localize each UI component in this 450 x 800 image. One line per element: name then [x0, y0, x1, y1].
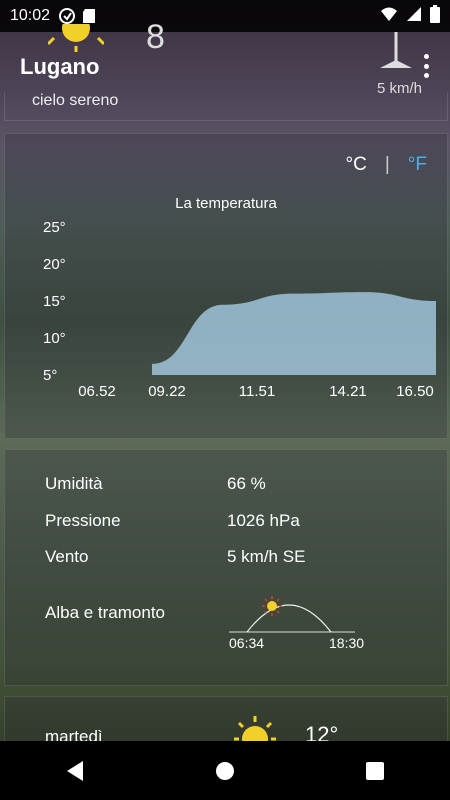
wind-value: 5 km/h SE: [227, 547, 306, 566]
x-tick-label: 09.22: [148, 383, 186, 400]
vpn-icon: [58, 7, 76, 25]
status-time: 10:02: [10, 7, 51, 24]
sun-position-icon: [262, 596, 282, 616]
y-tick-label: 15°: [43, 293, 66, 310]
y-tick-label: 10°: [43, 330, 66, 347]
battery-icon: [430, 4, 440, 28]
more-options-icon[interactable]: [422, 54, 430, 78]
humidity-label: Umidità: [45, 474, 103, 493]
back-icon: [67, 760, 83, 781]
city-title: Lugano: [20, 54, 100, 79]
home-button[interactable]: [205, 751, 245, 791]
recents-icon: [366, 761, 384, 780]
wind-direction-icon: [376, 32, 416, 79]
x-tick-label: 06.52: [78, 383, 116, 400]
back-button[interactable]: [55, 751, 95, 791]
details-card: Umidità 66 % Pressione 1026 hPa Vento 5 …: [4, 449, 448, 686]
y-tick-label: 20°: [43, 256, 66, 273]
home-icon: [216, 761, 234, 780]
navigation-bar: [0, 741, 450, 800]
pressure-label: Pressione: [45, 511, 121, 530]
sun-icon: [46, 14, 106, 57]
sd-card-icon: [82, 8, 96, 24]
temperature-card: °C | °F La temperatura 25° 20° 15° 10° 5° 06.…: [4, 133, 448, 439]
pressure-value: 1026 hPa: [227, 511, 300, 530]
current-card-edge: [4, 92, 448, 121]
current-temp-digit: 8: [146, 18, 165, 56]
sun-arc-diagram: [229, 596, 355, 633]
x-tick-label: 16.50: [396, 383, 434, 400]
x-tick-label: 14.21: [329, 383, 367, 400]
temperature-chart: 25° 20° 15° 10° 5° 06.52 09.22 11.51 14.21 16.50: [43, 219, 437, 400]
sun-label: Alba e tramonto: [45, 603, 166, 622]
humidity-value: 66 %: [227, 474, 266, 493]
sunset-time: 18:30: [329, 635, 365, 651]
wifi-icon: [380, 6, 398, 27]
y-tick-label: 25°: [43, 219, 66, 236]
signal-icon: [406, 6, 422, 27]
temperature-area: [152, 292, 436, 375]
x-tick-label: 11.51: [239, 383, 275, 400]
sunrise-time: 06:34: [229, 635, 265, 651]
wind-label: Vento: [45, 547, 89, 566]
recents-button[interactable]: [355, 751, 395, 791]
y-tick-label: 5°: [43, 367, 57, 384]
